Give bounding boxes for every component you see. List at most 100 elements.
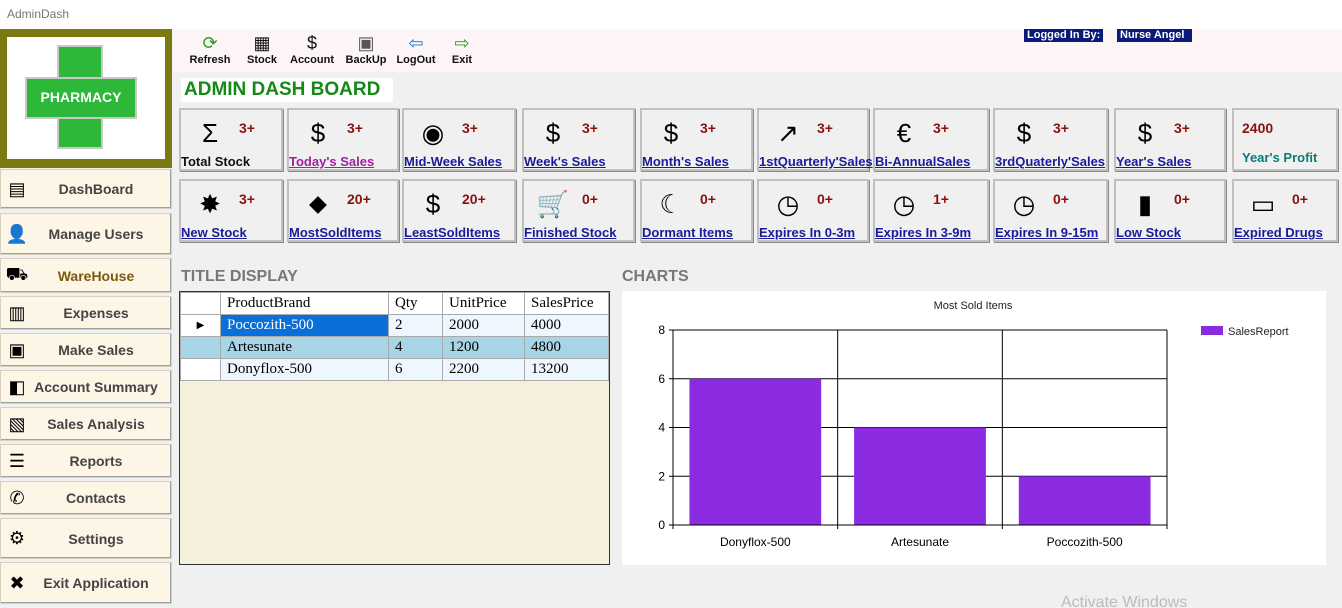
card-count: 0+ xyxy=(700,191,716,207)
card-label[interactable]: Expires In 9-15m xyxy=(995,225,1098,240)
clock-icon: ◷ xyxy=(776,188,800,219)
card-mostsolditems[interactable]: ⬥ 20+ MostSoldItems xyxy=(287,179,399,242)
card-month-s-sales[interactable]: $3+ Month's Sales xyxy=(640,108,753,171)
clock-icon: ◷ xyxy=(892,188,916,219)
table-cell[interactable]: 4 xyxy=(388,336,443,359)
card-label[interactable]: 3rdQuaterly'Sales xyxy=(995,154,1105,169)
exit-button[interactable]: ⇨ Exit xyxy=(440,32,484,72)
card-3rdquaterly-sales[interactable]: $3+ 3rdQuaterly'Sales xyxy=(993,108,1108,171)
card-label[interactable]: 1stQuarterly'Sales xyxy=(759,154,873,169)
row-header[interactable] xyxy=(180,336,221,359)
card-1stquarterly-sales[interactable]: ↗ 3+ 1stQuarterly'Sales xyxy=(757,108,873,171)
table-cell[interactable]: Artesunate xyxy=(220,336,389,359)
card-label[interactable]: LeastSoldItems xyxy=(404,225,500,240)
card-expires-in-0-3m[interactable]: ◷ 0+ Expires In 0-3m xyxy=(757,179,869,242)
card-leastsolditems[interactable]: $20+ LeastSoldItems xyxy=(402,179,516,242)
card-mid-week-sales[interactable]: ◉ 3+ Mid-Week Sales xyxy=(402,108,516,171)
card-week-s-sales[interactable]: $3+ Week's Sales xyxy=(522,108,635,171)
toolbar-label: BackUp xyxy=(345,54,387,66)
current-row-arrow-icon[interactable]: ▶ xyxy=(180,314,221,337)
account-button[interactable]: $ Account xyxy=(290,32,334,72)
table-cell[interactable]: 4800 xyxy=(524,336,609,359)
stock-button[interactable]: ▦ Stock xyxy=(240,32,284,72)
cart-icon: 🛒 xyxy=(536,188,570,219)
row-header[interactable] xyxy=(180,358,221,381)
table-row[interactable]: Donyflox-500 6 2200 13200 xyxy=(180,358,609,381)
table-cell[interactable]: 2000 xyxy=(442,314,525,337)
card-label[interactable]: Expires In 0-3m xyxy=(759,225,855,240)
sidebar-item-account-summary[interactable]: ◧ Account Summary xyxy=(0,370,172,404)
card-count: 0+ xyxy=(1053,191,1069,207)
card-label: Year's Profit xyxy=(1242,150,1318,165)
table-cell[interactable]: 4000 xyxy=(524,314,609,337)
sidebar-item-settings[interactable]: ⚙ Settings xyxy=(0,518,172,559)
sidebar-item-dashboard[interactable]: ▤ DashBoard xyxy=(0,169,172,209)
product-grid[interactable]: ProductBrand Qty UnitPrice SalesPrice ▶ Pocco… xyxy=(179,291,610,565)
logo-text: PHARMACY xyxy=(40,89,122,105)
chart-area: Most Sold Items 0 2 4 6 8 Donyflox-500 Artesuna… xyxy=(622,291,1326,565)
sidebar-item-exit-application[interactable]: ✖ Exit Application xyxy=(0,562,172,604)
column-header[interactable]: Qty xyxy=(388,292,443,315)
sales-icon: ▣ xyxy=(8,339,26,360)
card-total-stock[interactable]: Σ 3+ Total Stock xyxy=(179,108,283,171)
sidebar-item-reports[interactable]: ☰ Reports xyxy=(0,444,172,478)
sidebar-item-sales-analysis[interactable]: ▧ Sales Analysis xyxy=(0,407,172,441)
card-count: 20+ xyxy=(462,191,486,207)
stock-icon: ▦ xyxy=(253,33,271,53)
sigma-icon: Σ xyxy=(201,117,219,148)
card-label[interactable]: Year's Sales xyxy=(1116,154,1191,169)
card-expired-drugs[interactable]: ▭ 0+ Expired Drugs xyxy=(1232,179,1338,242)
card-label[interactable]: New Stock xyxy=(181,225,247,240)
card-dormant-items[interactable]: ☾ 0+ Dormant Items xyxy=(640,179,753,242)
table-cell[interactable]: Poccozith-500 xyxy=(220,314,389,337)
logo-panel: PHARMACY xyxy=(0,29,172,168)
card-label[interactable]: Expires In 3-9m xyxy=(875,225,971,240)
card-label[interactable]: Month's Sales xyxy=(642,154,729,169)
sidebar-item-make-sales[interactable]: ▣ Make Sales xyxy=(0,333,172,367)
card-count: 3+ xyxy=(700,120,716,136)
title-bar: AdminDash xyxy=(0,0,1342,29)
table-cell[interactable]: 1200 xyxy=(442,336,525,359)
card-expires-in-9-15m[interactable]: ◷ 0+ Expires In 9-15m xyxy=(993,179,1108,242)
card-label[interactable]: Finished Stock xyxy=(524,225,616,240)
card-label[interactable]: Week's Sales xyxy=(524,154,606,169)
card-label[interactable]: Mid-Week Sales xyxy=(404,154,502,169)
money-bag-icon: $ xyxy=(545,117,561,148)
logout-button[interactable]: ⇦ LogOut xyxy=(394,32,438,72)
refresh-button[interactable]: ⟳ Refresh xyxy=(189,32,231,72)
card-label[interactable]: MostSoldItems xyxy=(289,225,381,240)
table-cell[interactable]: 13200 xyxy=(524,358,609,381)
x-tick-label: Donyflox-500 xyxy=(720,535,791,549)
card-year-s-profit[interactable]: 2400 Year's Profit xyxy=(1232,108,1338,171)
account-icon: $ xyxy=(306,33,317,53)
card-label[interactable]: Low Stock xyxy=(1116,225,1181,240)
sidebar-item-manage-users[interactable]: 👤 Manage Users xyxy=(0,213,172,255)
table-cell[interactable]: 2 xyxy=(388,314,443,337)
card-today-s-sales[interactable]: $3+ Today's Sales xyxy=(287,108,399,171)
sidebar-item-expenses[interactable]: ▥ Expenses xyxy=(0,296,172,330)
card-year-s-sales[interactable]: $3+ Year's Sales xyxy=(1114,108,1226,171)
column-header[interactable]: UnitPrice xyxy=(442,292,525,315)
card-label[interactable]: Today's Sales xyxy=(289,154,374,169)
card-count: 3+ xyxy=(462,120,478,136)
phone-icon: ✆ xyxy=(9,487,25,508)
sidebar-item-warehouse[interactable]: ⛟ WareHouse xyxy=(0,258,172,293)
table-row[interactable]: ▶ Poccozith-500 2 2000 4000 xyxy=(180,314,609,337)
sales-globe-icon: ◉ xyxy=(421,117,445,148)
sidebar-item-contacts[interactable]: ✆ Contacts xyxy=(0,481,172,515)
table-cell[interactable]: Donyflox-500 xyxy=(220,358,389,381)
table-cell[interactable]: 6 xyxy=(388,358,443,381)
card-low-stock[interactable]: ▮ 0+ Low Stock xyxy=(1114,179,1226,242)
table-row[interactable]: Artesunate 4 1200 4800 xyxy=(180,336,609,359)
card-finished-stock[interactable]: 🛒 0+ Finished Stock xyxy=(522,179,635,242)
card-label[interactable]: Bi-AnnualSales xyxy=(875,154,970,169)
card-label[interactable]: Dormant Items xyxy=(642,225,733,240)
backup-button[interactable]: ▣ BackUp xyxy=(344,32,388,72)
column-header[interactable]: ProductBrand xyxy=(220,292,389,315)
card-new-stock[interactable]: ✸ 3+ New Stock xyxy=(179,179,283,242)
card-bi-annualsales[interactable]: €3+ Bi-AnnualSales xyxy=(873,108,989,171)
card-label[interactable]: Expired Drugs xyxy=(1234,225,1323,240)
column-header[interactable]: SalesPrice xyxy=(524,292,609,315)
table-cell[interactable]: 2200 xyxy=(442,358,525,381)
card-expires-in-3-9m[interactable]: ◷ 1+ Expires In 3-9m xyxy=(873,179,989,242)
